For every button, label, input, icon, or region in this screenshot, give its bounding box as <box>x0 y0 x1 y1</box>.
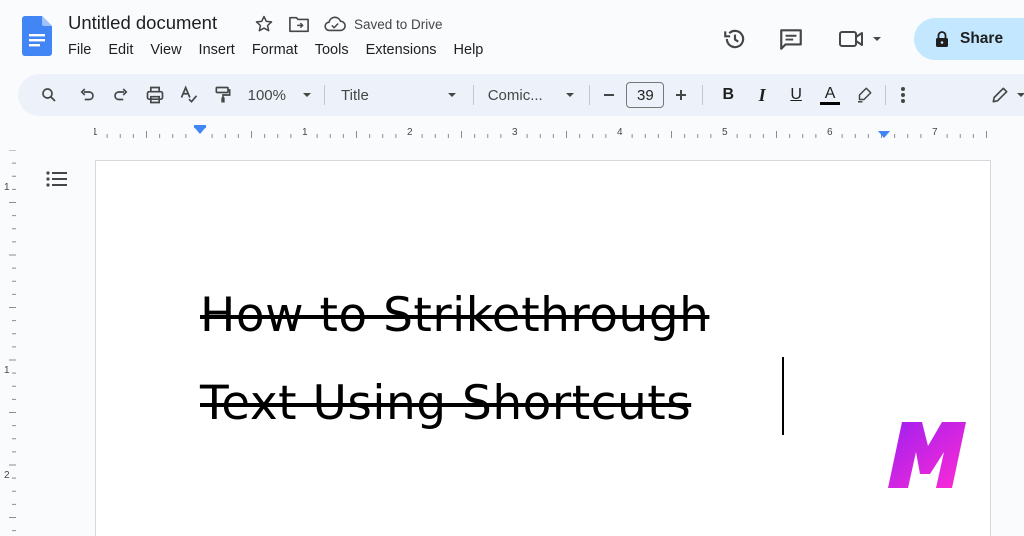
body-line: How to Strikethrough <box>200 288 710 343</box>
spellcheck-icon[interactable] <box>178 81 200 109</box>
horizontal-ruler[interactable]: 1 1 2 3 4 5 6 7 <box>92 122 990 142</box>
menu-help[interactable]: Help <box>454 42 493 58</box>
minus-icon[interactable] <box>600 81 618 109</box>
share-button[interactable]: Share <box>914 18 1024 60</box>
menu-edit[interactable]: Edit <box>108 42 142 58</box>
ruler-label: 1 <box>4 182 10 193</box>
menu-extensions[interactable]: Extensions <box>366 42 446 58</box>
document-body[interactable]: How to Strikethrough Text Using Shortcut… <box>200 272 709 448</box>
bold-button[interactable]: B <box>717 81 739 109</box>
outline-icon[interactable] <box>46 170 68 193</box>
search-icon[interactable] <box>38 81 60 109</box>
text-color-label: A <box>824 84 836 102</box>
zoom-value: 100% <box>247 86 286 104</box>
edit-mode-icon[interactable] <box>990 81 1024 109</box>
ruler-label: 7 <box>932 127 938 138</box>
move-folder-icon[interactable] <box>288 14 310 34</box>
meet-icon[interactable] <box>838 28 884 50</box>
ruler-label: 2 <box>407 127 413 138</box>
history-icon[interactable] <box>722 26 748 52</box>
chevron-down-icon <box>303 93 311 97</box>
chevron-down-icon <box>1016 93 1024 97</box>
style-select[interactable]: Title <box>341 87 459 104</box>
document-title[interactable]: Untitled document <box>68 12 217 34</box>
ruler-label: 6 <box>827 127 833 138</box>
ruler-label: 1 <box>302 127 308 138</box>
zoom-select[interactable]: 100% <box>248 87 314 104</box>
chevron-down-icon <box>447 93 456 97</box>
lock-icon <box>936 31 948 47</box>
style-value: Title <box>341 86 369 104</box>
saved-status: Saved to Drive <box>354 16 443 32</box>
print-icon[interactable] <box>144 81 166 109</box>
menu-insert[interactable]: Insert <box>199 42 244 58</box>
ruler-label: 1 <box>4 365 10 376</box>
menu-tools[interactable]: Tools <box>315 42 358 58</box>
highlight-icon[interactable] <box>853 81 875 109</box>
menu-view[interactable]: View <box>150 42 190 58</box>
font-select[interactable]: Comic... <box>488 87 578 104</box>
ruler-label: 2 <box>4 470 10 481</box>
text-cursor <box>782 357 784 435</box>
ruler-label: 3 <box>512 127 518 138</box>
undo-icon[interactable] <box>76 81 98 109</box>
menu-format[interactable]: Format <box>252 42 307 58</box>
paint-format-icon[interactable] <box>212 81 234 109</box>
chevron-down-icon <box>566 93 575 97</box>
share-label: Share <box>960 30 1004 47</box>
toolbar: 100% Title Comic... 39 B I U A <box>18 74 1024 116</box>
comment-icon[interactable] <box>778 26 804 52</box>
body-line: Text Using Shortcuts <box>200 376 692 431</box>
google-docs-window: Untitled document Saved to Drive File Ed… <box>0 0 1024 536</box>
ruler-label: 1 <box>94 127 98 138</box>
ruler-label: 5 <box>722 127 728 138</box>
font-value: Comic... <box>487 86 543 104</box>
underline-button[interactable]: U <box>785 81 807 109</box>
text-color-button[interactable]: A <box>819 81 841 109</box>
star-icon[interactable] <box>254 14 274 34</box>
brand-logo <box>888 420 968 495</box>
menu-file[interactable]: File <box>68 42 100 58</box>
ruler-label: 4 <box>617 127 623 138</box>
cloud-saved-icon <box>324 15 346 33</box>
redo-icon[interactable] <box>110 81 132 109</box>
italic-button[interactable]: I <box>751 81 773 109</box>
first-line-indent-marker <box>194 125 206 128</box>
chevron-down-icon <box>873 37 881 41</box>
plus-icon[interactable] <box>672 81 690 109</box>
font-size-input[interactable]: 39 <box>626 82 665 108</box>
vertical-ruler[interactable]: 1 1 2 <box>0 149 18 536</box>
docs-logo-icon[interactable] <box>22 16 52 61</box>
menu-bar: File Edit View Insert Format Tools Exten… <box>68 42 500 58</box>
more-icon[interactable] <box>896 81 910 109</box>
